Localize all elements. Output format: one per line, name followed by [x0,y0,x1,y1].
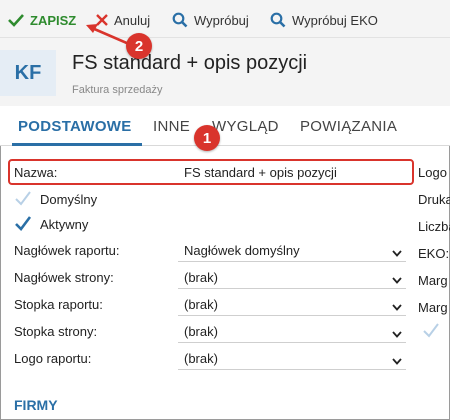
report-footer-select[interactable]: (brak) [178,292,406,316]
page-footer-label: Stopka strony: [14,324,98,339]
report-footer-value: (brak) [184,297,218,312]
report-logo-label: Logo raportu: [14,351,92,366]
active-checkbox[interactable]: Aktywny [14,213,88,235]
checkmark-icon[interactable] [422,322,440,341]
tab-inne[interactable]: INNE [153,118,190,135]
report-header-label: Nagłówek raportu: [14,243,120,258]
default-label: Domyślny [40,191,98,207]
page-title: FS standard + opis pozycji [72,52,308,74]
chevron-down-icon [392,353,402,368]
report-footer-row: Stopka raportu: (brak) [0,292,412,316]
page-header-value: (brak) [184,270,218,285]
checkmark-icon [8,13,24,27]
report-logo-row: Logo raportu: (brak) [0,346,412,370]
cancel-label: Anuluj [114,12,151,28]
name-row-highlight [8,159,414,185]
save-label: ZAPISZ [30,12,77,28]
report-footer-label: Stopka raportu: [14,297,103,312]
right-column: Logo Druka Liczba EKO: Marg Marg [418,146,450,420]
right-label-druka: Druka [418,192,450,207]
right-label-marg-1: Marg [418,273,448,288]
tab-podstawowe[interactable]: PODSTAWOWE [18,118,132,135]
chevron-down-icon [392,272,402,287]
right-label-liczba: Liczba [418,219,450,234]
callout-badge-2: 2 [126,33,152,59]
section-firms-heading: FIRMY [14,397,58,413]
active-label: Aktywny [40,216,89,232]
try-label: Wypróbuj [194,12,249,28]
page-header-select[interactable]: (brak) [178,265,406,289]
report-header-value: Nagłówek domyślny [184,243,300,258]
page-footer-row: Stopka strony: (brak) [0,319,412,343]
try-eko-label: Wypróbuj EKO [292,12,378,28]
save-button[interactable]: ZAPISZ [8,10,76,30]
right-label-eko: EKO: [418,246,450,261]
close-icon [96,14,108,26]
tab-powiazania[interactable]: POWIĄZANIA [300,118,397,135]
tab-bar: PODSTAWOWE INNE WYGLĄD POWIĄZANIA [0,106,450,146]
cancel-button[interactable]: Anuluj [96,10,150,30]
checkmark-icon [14,190,32,209]
page-footer-value: (brak) [184,324,218,339]
default-checkbox[interactable]: Domyślny [14,188,97,210]
report-logo-select[interactable]: (brak) [178,346,406,370]
try-eko-button[interactable]: Wypróbuj EKO [270,10,378,30]
right-label-marg-2: Marg [418,300,448,315]
active-tab-indicator [12,143,142,146]
chevron-down-icon [392,299,402,314]
checkmark-icon [14,215,32,234]
chevron-down-icon [392,326,402,341]
search-icon [270,12,286,28]
toolbar: ZAPISZ Anuluj Wypróbuj Wypróbuj EKO [0,0,450,38]
report-logo-value: (brak) [184,351,218,366]
tab-wyglad[interactable]: WYGLĄD [212,118,279,135]
chevron-down-icon [392,245,402,260]
document-header: KF FS standard + opis pozycji Faktura sp… [0,38,450,106]
report-header-select[interactable]: Nagłówek domyślny [178,238,406,262]
page-header-label: Nagłówek strony: [14,270,114,285]
right-label-logo: Logo [418,165,447,180]
page-header-row: Nagłówek strony: (brak) [0,265,412,289]
callout-badge-1: 1 [194,125,220,151]
page-footer-select[interactable]: (brak) [178,319,406,343]
report-header-row: Nagłówek raportu: Nagłówek domyślny [0,238,412,262]
search-icon [172,12,188,28]
try-button[interactable]: Wypróbuj [172,10,249,30]
page-subtitle: Faktura sprzedaży [72,84,163,96]
document-type-badge: KF [0,50,56,96]
